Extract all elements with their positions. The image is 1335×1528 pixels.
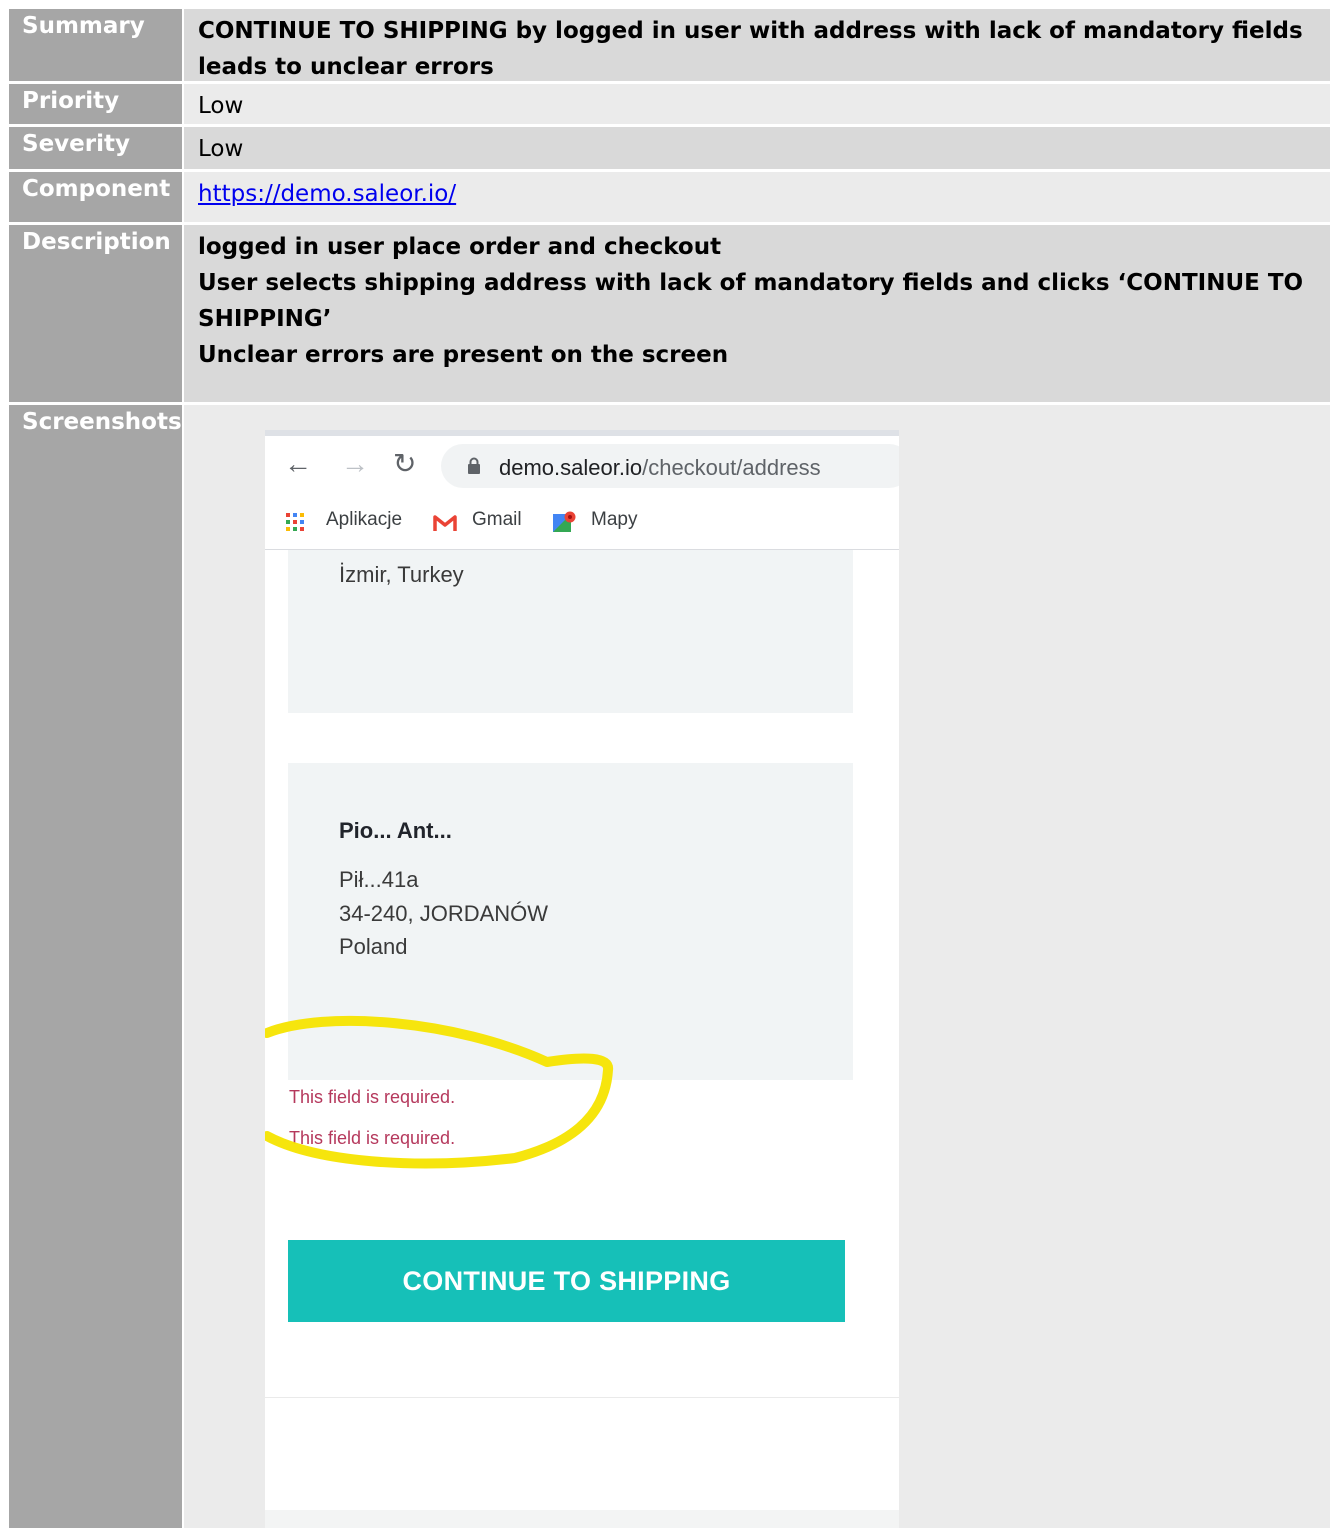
description-value: logged in user place order and checkout …	[184, 225, 1330, 402]
description-line: SHIPPING’	[198, 306, 332, 332]
screenshots-label: Screenshots	[9, 405, 182, 1528]
maps-icon	[553, 511, 576, 532]
priority-row: Priority Low	[9, 84, 1330, 124]
summary-value: CONTINUE TO SHIPPING by logged in user w…	[184, 9, 1330, 81]
bookmark-maps[interactable]: Mapy	[591, 509, 637, 531]
checkout-page: İzmir, Turkey Pio... Ant... Pił...41a 34…	[265, 550, 899, 1528]
address-street: Pił...41a	[339, 867, 419, 892]
gmail-icon	[433, 515, 457, 531]
description-row: Description logged in user place order a…	[9, 225, 1330, 402]
summary-row: Summary CONTINUE TO SHIPPING by logged i…	[9, 9, 1330, 81]
bookmarks-bar: Aplikacje Gmail Mapy	[265, 496, 899, 550]
address-city-country: İzmir, Turkey	[339, 562, 464, 587]
back-arrow-icon[interactable]: ←	[284, 450, 312, 478]
bookmark-gmail[interactable]: Gmail	[472, 509, 522, 531]
reload-icon[interactable]: ↻	[393, 450, 416, 478]
bug-report-table: Summary CONTINUE TO SHIPPING by logged i…	[9, 9, 1330, 1528]
url-host: demo.saleor.io	[499, 455, 643, 480]
priority-label: Priority	[9, 84, 182, 124]
url-text: demo.saleor.io/checkout/address	[499, 455, 821, 481]
url-path: /checkout/address	[642, 455, 821, 480]
component-label: Component	[9, 172, 182, 222]
component-row: Component https://demo.saleor.io/	[9, 172, 1330, 222]
summary-label: Summary	[9, 9, 182, 81]
address-city: 34-240, JORDANÓW	[339, 901, 549, 926]
address-country: Poland	[339, 934, 408, 959]
bookmark-apps[interactable]: Aplikacje	[326, 509, 402, 531]
error-message: This field is required.	[289, 1128, 456, 1148]
address-name: Pio... Ant...	[339, 818, 452, 843]
description-line: logged in user place order and checkout	[198, 234, 722, 260]
description-label: Description	[9, 225, 182, 402]
footer-strip	[265, 1510, 899, 1528]
severity-row: Severity Low	[9, 127, 1330, 169]
continue-to-shipping-button[interactable]: CONTINUE TO SHIPPING	[288, 1240, 845, 1322]
forward-arrow-icon[interactable]: →	[341, 450, 369, 478]
error-message: This field is required.	[289, 1087, 456, 1107]
address-card-1[interactable]: İzmir, Turkey	[288, 550, 853, 713]
description-line: User selects shipping address with lack …	[198, 270, 1304, 296]
browser-toolbar: ← → ↻ demo.saleor.io/checkout/address	[265, 436, 899, 496]
severity-label: Severity	[9, 127, 182, 169]
description-line: Unclear errors are present on the screen	[198, 342, 729, 368]
address-bar[interactable]: demo.saleor.io/checkout/address	[441, 444, 899, 488]
severity-value: Low	[184, 127, 1330, 169]
lock-icon	[468, 457, 480, 474]
address-card-2[interactable]: Pio... Ant... Pił...41a 34-240, JORDANÓW…	[288, 763, 853, 1080]
divider	[265, 1397, 899, 1398]
apps-grid-icon[interactable]	[285, 512, 305, 532]
component-link[interactable]: https://demo.saleor.io/	[198, 181, 456, 207]
priority-value: Low	[184, 84, 1330, 124]
component-value: https://demo.saleor.io/	[184, 172, 1330, 222]
embedded-screenshot: ← → ↻ demo.saleor.io/checkout/address Ap…	[265, 430, 899, 1528]
